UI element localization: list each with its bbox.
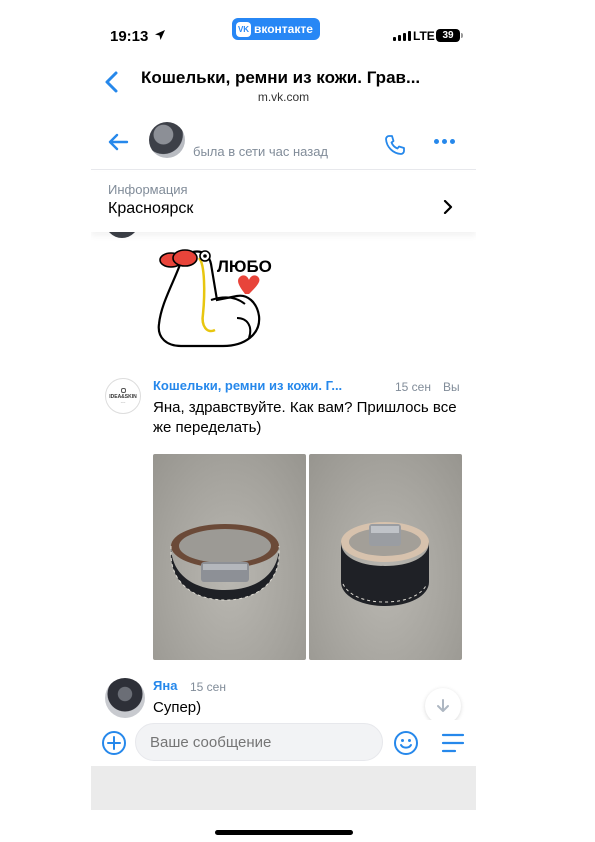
vk-logo-icon: VK	[236, 21, 251, 37]
location-arrow-icon	[155, 30, 165, 40]
app-badge-label: вконтакте	[254, 22, 313, 36]
message-time: 15 сен	[190, 680, 226, 694]
page-url: m.vk.com	[257, 90, 310, 104]
message-author-label: Вы	[443, 380, 460, 394]
message-composer	[91, 720, 476, 766]
info-label: Информация	[108, 182, 188, 197]
message-sender[interactable]: Кошельки, ремни из кожи. Г...	[153, 378, 342, 393]
message-input[interactable]	[135, 723, 383, 761]
contact-avatar[interactable]	[149, 122, 185, 158]
smile-icon[interactable]	[393, 730, 419, 756]
signal-icon	[393, 31, 411, 41]
message-list[interactable]: ЛЮБО IDEA&SKIN ~~ Кошельки, ремни из кож…	[91, 232, 476, 724]
avatar	[105, 232, 139, 238]
phone-screen: 19:13 VK вконтакте LTE 39 Кошельки, ремн…	[91, 14, 476, 842]
scroll-down-button[interactable]	[425, 688, 461, 724]
message-text: Яна, здравствуйте. Как вам? Пришлось все…	[153, 399, 457, 436]
phone-icon[interactable]	[383, 133, 407, 157]
photo-bracelet-1[interactable]	[153, 454, 306, 660]
browser-header: Кошельки, ремни из кожи. Грав... m.vk.co…	[91, 58, 476, 116]
message-sender[interactable]: Яна	[153, 678, 177, 693]
photo-bracelet-2[interactable]	[309, 454, 462, 660]
message-time: 15 сен	[395, 380, 431, 394]
status-time: 19:13	[110, 28, 149, 45]
network-label: LTE	[413, 29, 435, 43]
photo-attachments	[153, 454, 462, 660]
chevron-right-icon	[443, 200, 453, 214]
app-badge[interactable]: VK вконтакте	[232, 18, 320, 40]
message-text: Супер)	[153, 699, 202, 716]
group-avatar[interactable]: IDEA&SKIN ~~	[105, 378, 141, 414]
avatar-signature-icon: ~~	[120, 399, 126, 405]
home-indicator[interactable]	[215, 830, 353, 835]
avatar[interactable]	[105, 678, 145, 718]
sticker-text: ЛЮБО	[217, 257, 272, 276]
more-icon[interactable]	[434, 139, 455, 144]
battery-icon: 39	[436, 29, 463, 42]
contact-presence: была в сети час назад	[193, 144, 329, 159]
page-title: Кошельки, ремни из кожи. Грав...	[141, 68, 421, 87]
back-arrow-icon[interactable]	[107, 132, 129, 152]
keyboard-placeholder	[91, 766, 476, 810]
goose-sticker[interactable]: ЛЮБО	[153, 234, 283, 356]
logo-icon	[120, 387, 126, 393]
status-bar: 19:13 VK вконтакте LTE 39	[91, 14, 476, 58]
arrow-down-icon	[437, 699, 449, 712]
menu-icon[interactable]	[441, 732, 465, 754]
attach-plus-icon[interactable]	[101, 730, 127, 756]
info-city: Красноярск	[108, 200, 194, 217]
info-panel[interactable]: Информация Красноярск	[91, 172, 476, 232]
chat-header: была в сети час назад	[91, 118, 476, 170]
